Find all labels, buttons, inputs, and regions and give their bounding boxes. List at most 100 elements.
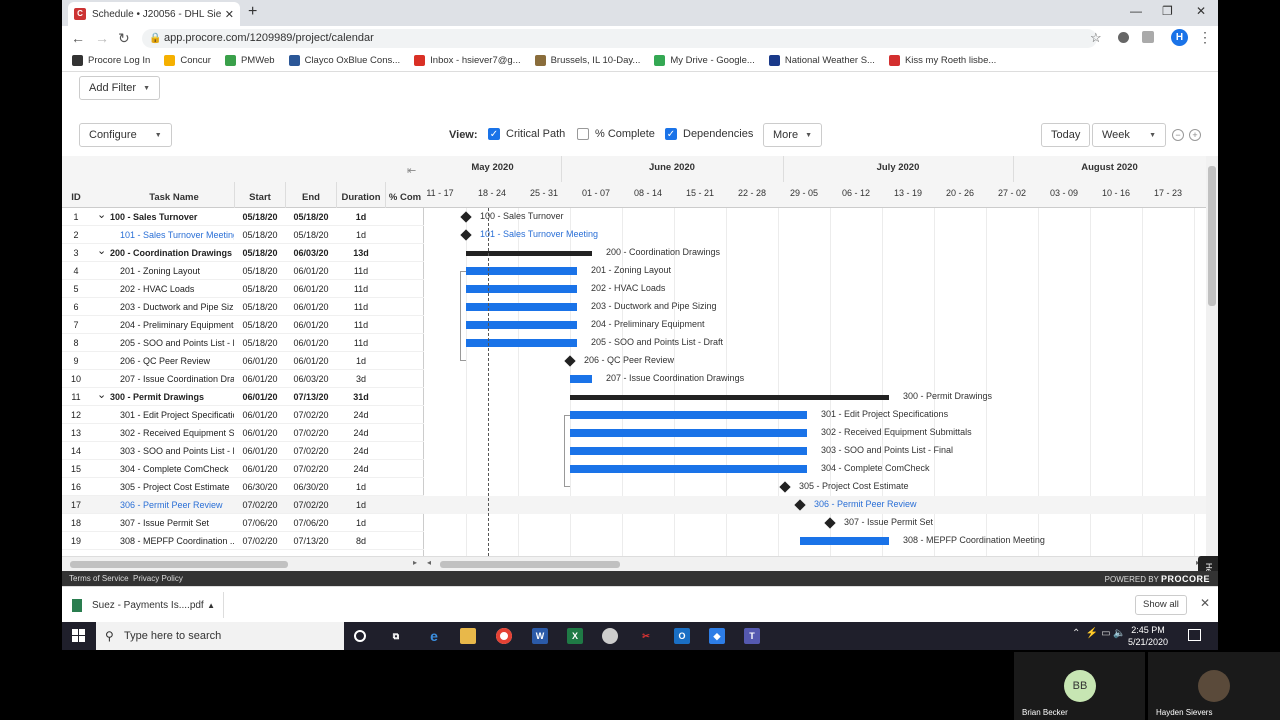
table-row[interactable]: 18 307 - Issue Permit Set 07/06/20 07/06/20… [62, 514, 424, 532]
vertical-scrollbar[interactable] [1206, 156, 1218, 556]
table-row[interactable]: 8 205 - SOO and Points List - D... 05/18/2… [62, 334, 424, 352]
cortana-icon[interactable] [354, 630, 366, 642]
horizontal-scrollbar[interactable]: ▸ ◂ ▸ [62, 556, 1218, 571]
excel-icon[interactable]: X [567, 628, 583, 644]
reload-icon[interactable]: ↻ [118, 30, 130, 47]
bookmark-item[interactable]: My Drive - Google... [654, 55, 755, 66]
today-button[interactable]: Today [1041, 123, 1091, 147]
system-tray[interactable]: ⌃ ⚡ ▭ 🔈 [1072, 628, 1126, 639]
summary-bar[interactable] [570, 395, 889, 400]
file-explorer-icon[interactable] [460, 628, 476, 644]
participant-tile[interactable]: BB Brian Becker [1014, 652, 1145, 720]
terms-link[interactable]: Terms of Service [69, 574, 129, 583]
table-row[interactable]: 17 306 - Permit Peer Review 07/02/20 07/02/… [62, 496, 424, 514]
chevron-down-icon[interactable]: ⌄ [97, 208, 106, 221]
bookmark-item[interactable]: PMWeb [224, 55, 275, 66]
milestone-marker[interactable] [564, 355, 576, 367]
task-bar[interactable] [570, 411, 807, 419]
close-tab-icon[interactable]: ✕ [225, 8, 234, 21]
col-header-start[interactable]: Start [235, 192, 285, 203]
scroll-left-icon[interactable]: ◂ [427, 558, 431, 567]
table-row[interactable]: 5 202 - HVAC Loads 05/18/20 06/01/20 11d [62, 280, 424, 298]
chevron-down-icon[interactable]: ⌄ [97, 244, 106, 257]
snipping-icon[interactable]: ✂ [638, 628, 654, 644]
scroll-thumb[interactable] [1208, 166, 1216, 306]
task-bar[interactable] [570, 375, 592, 383]
table-row[interactable]: 12 301 - Edit Project Specificatio... 06/0… [62, 406, 424, 424]
critical-path-checkbox[interactable]: ✓ Critical Path [488, 128, 565, 140]
task-bar[interactable] [570, 447, 807, 455]
url-field[interactable]: 🔒 app.procore.com/1209989/project/calend… [142, 29, 1097, 48]
windows-start-icon[interactable] [72, 629, 85, 642]
outlook-icon[interactable]: O [674, 628, 690, 644]
col-header-end[interactable]: End [286, 192, 336, 203]
table-row[interactable]: 7 204 - Preliminary Equipment 05/18/20 06/0… [62, 316, 424, 334]
bookmark-item[interactable]: Inbox - hsiever7@g... [414, 55, 521, 66]
summary-bar[interactable] [466, 251, 592, 256]
restore-icon[interactable]: ❐ [1162, 4, 1173, 18]
milestone-marker[interactable] [779, 481, 791, 493]
table-row[interactable]: 4 201 - Zoning Layout 05/18/20 06/01/20 11d [62, 262, 424, 280]
table-row[interactable]: 14 303 - SOO and Points List - Fi... 06/01… [62, 442, 424, 460]
table-row[interactable]: ⌄ 3 200 - Coordination Drawings 05/18/20 06/… [62, 244, 424, 262]
gantt-scroll-thumb[interactable] [440, 561, 620, 568]
browser-tab[interactable]: C Schedule • J20056 - DHL Siemens ✕ [68, 2, 240, 26]
bookmark-star-icon[interactable]: ☆ [1090, 30, 1102, 46]
grid-scroll-thumb[interactable] [70, 561, 288, 568]
browser-menu-icon[interactable]: ⋮ [1198, 29, 1212, 46]
back-icon[interactable]: ← [71, 30, 85, 46]
task-bar[interactable] [466, 267, 577, 275]
bookmark-item[interactable]: Clayco OxBlue Cons... [288, 55, 400, 66]
milestone-marker[interactable] [460, 211, 472, 223]
configure-button[interactable]: Configure ▼ [79, 123, 172, 147]
edge-icon[interactable]: e [426, 628, 442, 644]
chevron-up-icon[interactable]: ▲ [207, 601, 215, 610]
word-icon[interactable]: W [532, 628, 548, 644]
dropbox-icon[interactable]: ◆ [709, 628, 725, 644]
download-item[interactable]: Suez - Payments Is....pdf ▲ [72, 592, 224, 618]
table-row[interactable]: 2 101 - Sales Turnover Meeting 05/18/20 05/… [62, 226, 424, 244]
close-download-bar-icon[interactable]: ✕ [1200, 596, 1210, 610]
task-bar[interactable] [570, 465, 807, 473]
task-bar[interactable] [570, 429, 807, 437]
week-select[interactable]: Week ▼ [1092, 123, 1166, 147]
app-icon[interactable] [602, 628, 618, 644]
task-bar[interactable] [800, 537, 889, 545]
notifications-icon[interactable] [1188, 629, 1201, 641]
col-header-pct[interactable]: % Com [386, 192, 424, 203]
milestone-marker[interactable] [824, 517, 836, 529]
dependencies-checkbox[interactable]: ✓ Dependencies [665, 128, 753, 140]
table-row[interactable]: ⌄ 1 100 - Sales Turnover 05/18/20 05/18/20 1d [62, 208, 424, 226]
new-tab-icon[interactable]: + [248, 3, 257, 21]
participant-tile[interactable]: Hayden Sievers [1148, 652, 1280, 720]
table-row[interactable]: ⌄ 11 300 - Permit Drawings 06/01/20 07/13/20… [62, 388, 424, 406]
col-header-id[interactable]: ID [62, 192, 90, 203]
taskbar-search[interactable]: ⚲ Type here to search [96, 622, 344, 650]
task-view-icon[interactable]: ⧉ [388, 628, 404, 644]
table-row[interactable]: 9 206 - QC Peer Review 06/01/20 06/01/20 1d [62, 352, 424, 370]
table-row[interactable]: 16 305 - Project Cost Estimate 06/30/20 06/… [62, 478, 424, 496]
chrome-icon[interactable] [496, 628, 512, 644]
task-bar[interactable] [466, 303, 577, 311]
show-all-button[interactable]: Show all [1135, 595, 1187, 615]
minimize-icon[interactable]: — [1130, 4, 1142, 18]
task-bar[interactable] [466, 285, 577, 293]
task-bar[interactable] [466, 339, 577, 347]
bookmark-item[interactable]: Kiss my Roeth lisbe... [888, 55, 996, 66]
table-row[interactable]: 15 304 - Complete ComCheck 06/01/20 07/02/2… [62, 460, 424, 478]
table-row[interactable]: 13 302 - Received Equipment Su... 06/01/20… [62, 424, 424, 442]
table-row[interactable]: 6 203 - Ductwork and Pipe Sizi... 05/18/20… [62, 298, 424, 316]
bookmark-item[interactable]: Brussels, IL 10-Day... [534, 55, 640, 66]
zoom-out-icon[interactable]: − [1172, 129, 1184, 141]
add-filter-button[interactable]: Add Filter ▼ [79, 76, 161, 100]
bookmark-item[interactable]: Concur [164, 55, 211, 66]
clock[interactable]: 2:45 PM 5/21/2020 [1128, 624, 1168, 648]
percent-complete-checkbox[interactable]: % Complete [577, 128, 655, 140]
zoom-in-icon[interactable]: + [1189, 129, 1201, 141]
table-row[interactable]: 19 308 - MEPFP Coordination ... 07/02/20 07… [62, 532, 424, 550]
milestone-marker[interactable] [460, 229, 472, 241]
teams-icon[interactable]: T [744, 628, 760, 644]
collapse-grid-icon[interactable]: ⇤ [407, 164, 416, 177]
table-row[interactable]: 10 207 - Issue Coordination Dra... 06/01/2… [62, 370, 424, 388]
close-window-icon[interactable]: ✕ [1196, 4, 1206, 18]
